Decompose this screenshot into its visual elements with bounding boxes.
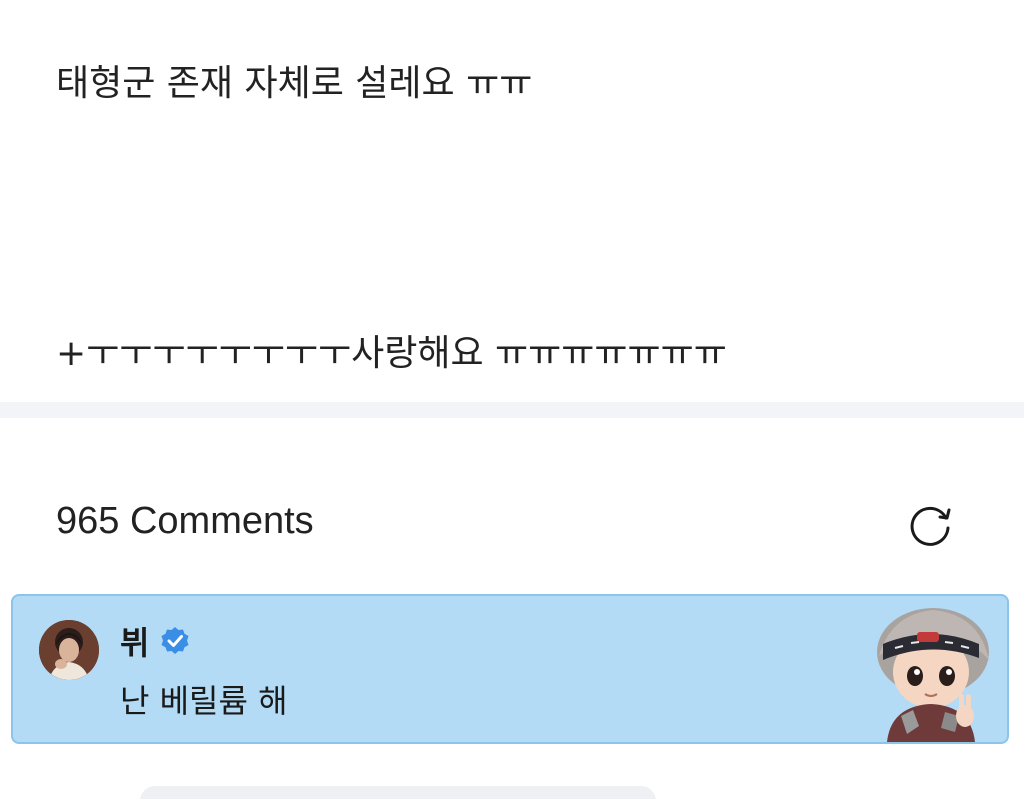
post-text-line-1: 태형군 존재 자체로 설레요 ㅠㅠ	[56, 63, 533, 104]
comment-author-name[interactable]: 뷔	[120, 618, 149, 664]
comment-author-row: 뷔	[120, 618, 191, 664]
post-text-line-2: +ㅜㅜㅜㅜㅜㅜㅜㅜ사랑해요 ㅠㅠㅠㅠㅠㅠㅠ	[56, 333, 727, 374]
comment-input-bar[interactable]	[140, 786, 656, 799]
featured-comment[interactable]: 뷔 난 베릴륨 해	[11, 594, 1009, 744]
post-detail-page: 태형군 존재 자체로 설레요 ㅠㅠ +ㅜㅜㅜㅜㅜㅜㅜㅜ사랑해요 ㅠㅠㅠㅠㅠㅠㅠ …	[0, 0, 1024, 799]
comment-text: 난 베릴륨 해	[120, 682, 288, 720]
refresh-button[interactable]	[902, 496, 958, 552]
avatar[interactable]	[39, 620, 99, 680]
character-sticker-icon	[861, 604, 1001, 742]
comments-count-header: 965 Comments	[56, 500, 314, 542]
refresh-icon	[910, 506, 951, 546]
section-divider	[0, 402, 1024, 418]
verified-badge-icon	[159, 625, 191, 657]
